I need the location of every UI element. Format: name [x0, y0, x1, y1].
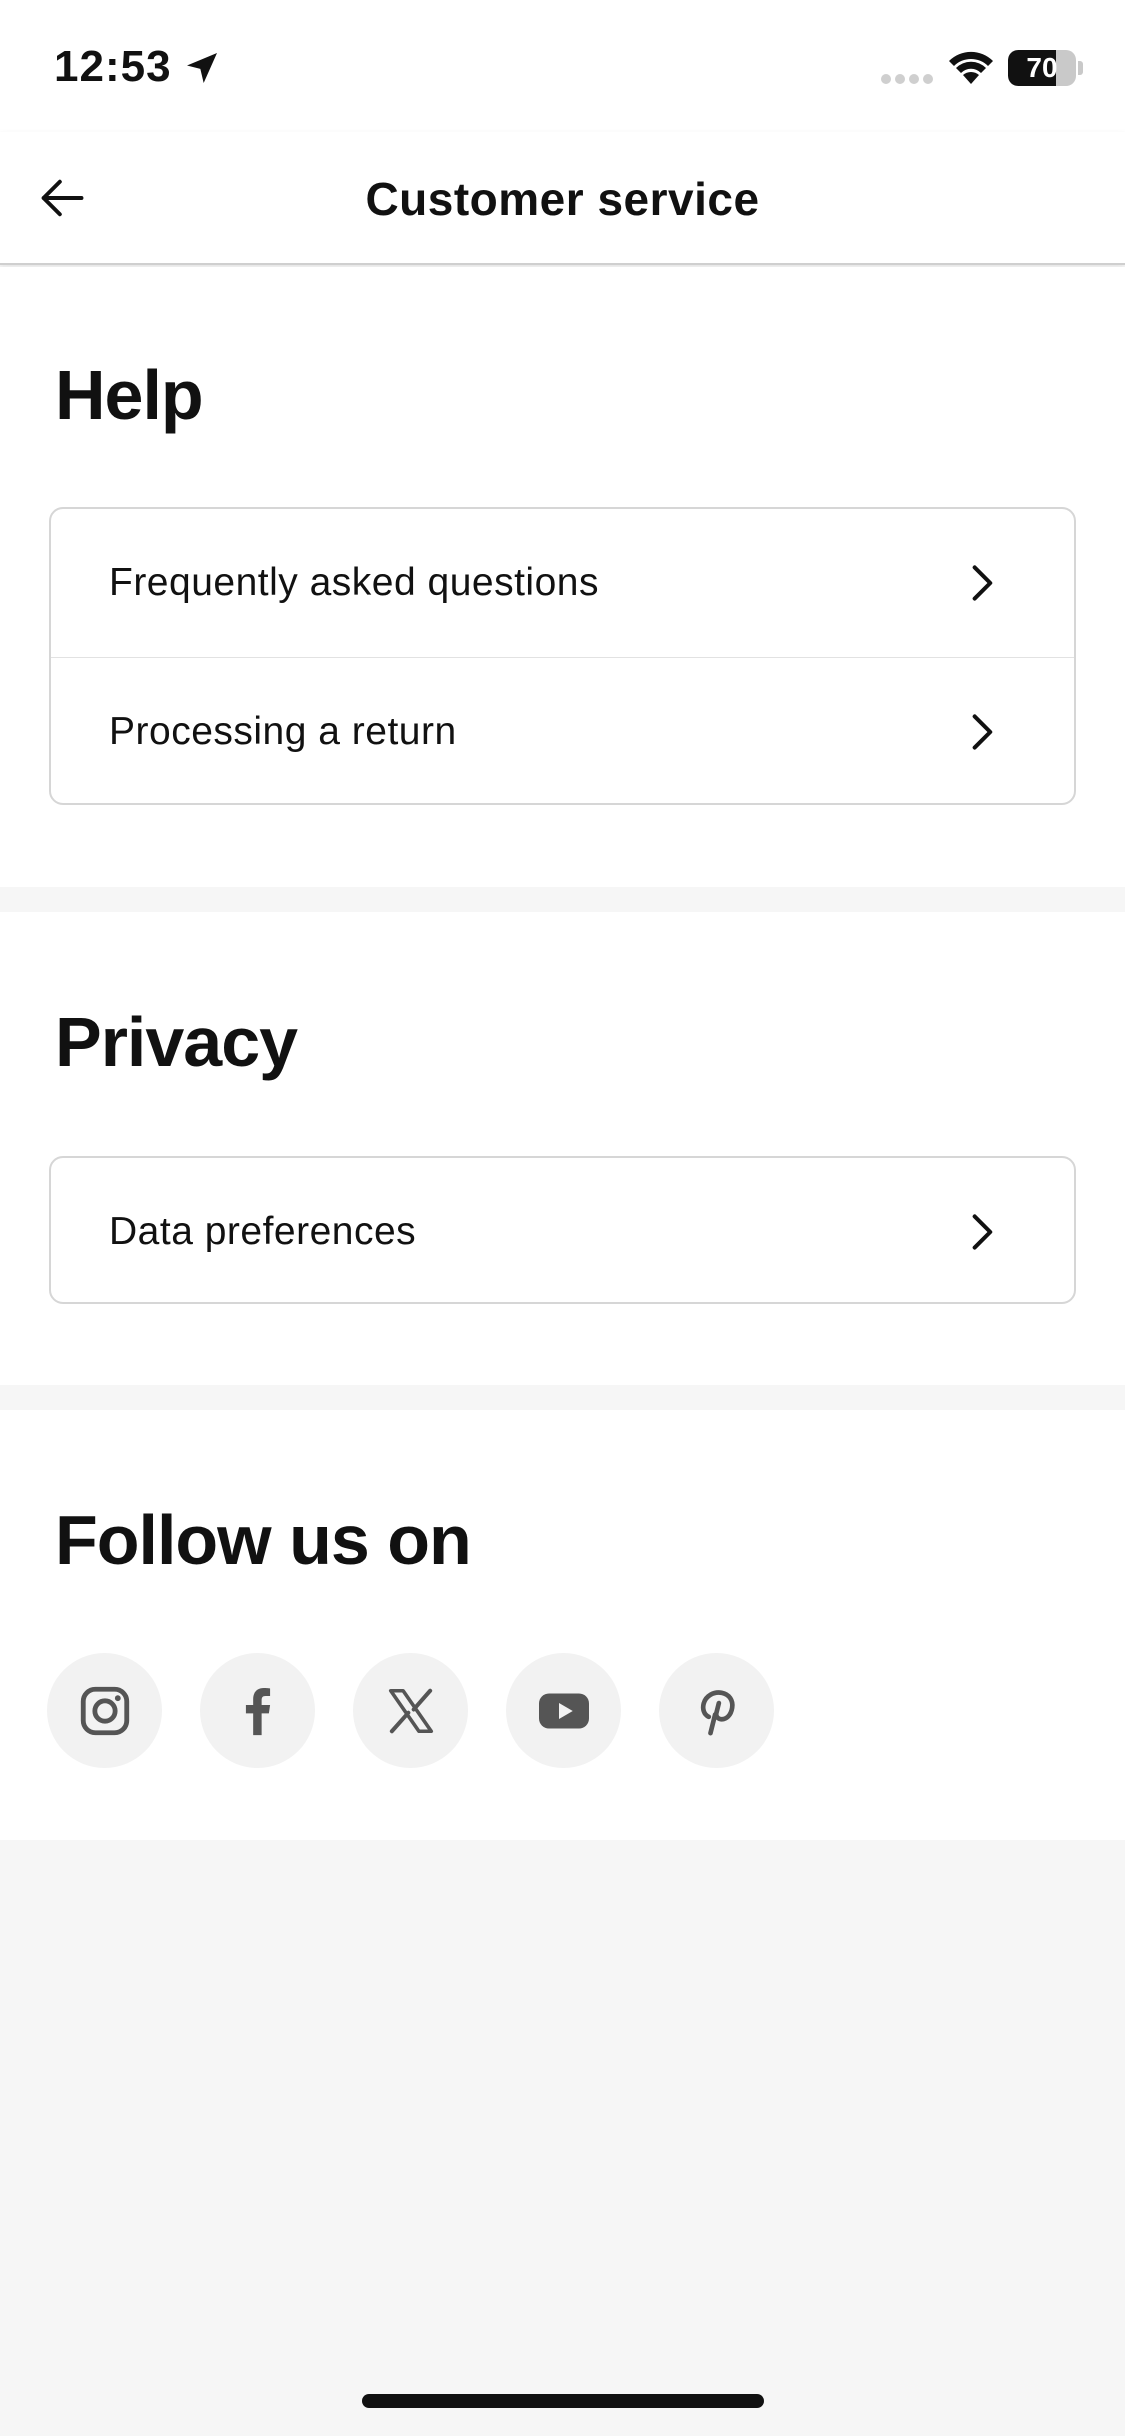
battery-level-text: 70	[1026, 52, 1058, 83]
processing-return-row[interactable]: Processing a return	[51, 657, 1074, 803]
wifi-icon	[949, 51, 993, 84]
help-section: Help Frequently asked questions Processi…	[0, 267, 1125, 887]
pinterest-icon	[700, 1689, 735, 1735]
chevron-right-icon	[972, 565, 993, 601]
help-heading: Help	[55, 356, 204, 434]
privacy-section: Privacy Data preferences	[0, 912, 1125, 1385]
status-bar: 12:53 70	[0, 0, 1125, 132]
home-indicator	[362, 2394, 764, 2408]
instagram-icon	[80, 1686, 129, 1735]
cellular-signal-icon	[881, 74, 933, 84]
privacy-card: Data preferences	[49, 1156, 1076, 1304]
youtube-button[interactable]	[506, 1653, 621, 1768]
youtube-icon	[538, 1693, 589, 1728]
help-card: Frequently asked questions Processing a …	[49, 507, 1076, 805]
pinterest-button[interactable]	[659, 1653, 774, 1768]
status-time: 12:53	[54, 42, 172, 91]
battery-indicator: 70	[1008, 50, 1076, 86]
location-arrow-icon	[187, 53, 217, 83]
facebook-icon	[245, 1687, 270, 1735]
chevron-right-icon	[972, 1214, 993, 1250]
follow-section: Follow us on	[0, 1410, 1125, 1840]
page-title: Customer service	[365, 173, 760, 225]
x-twitter-button[interactable]	[353, 1653, 468, 1768]
instagram-button[interactable]	[47, 1653, 162, 1768]
x-twitter-icon	[388, 1688, 433, 1733]
faq-row[interactable]: Frequently asked questions	[51, 509, 1074, 657]
facebook-button[interactable]	[200, 1653, 315, 1768]
faq-label: Frequently asked questions	[109, 561, 599, 604]
processing-return-label: Processing a return	[109, 709, 457, 753]
data-preferences-row[interactable]: Data preferences	[51, 1158, 1074, 1302]
follow-heading: Follow us on	[55, 1501, 472, 1579]
data-preferences-label: Data preferences	[109, 1210, 417, 1253]
privacy-heading: Privacy	[55, 1003, 298, 1081]
battery-cap	[1078, 61, 1083, 75]
nav-bar: Customer service	[0, 132, 1125, 265]
chevron-right-icon	[972, 713, 993, 750]
screen: 12:53 70 Customer service Help Frequentl…	[0, 0, 1125, 2436]
